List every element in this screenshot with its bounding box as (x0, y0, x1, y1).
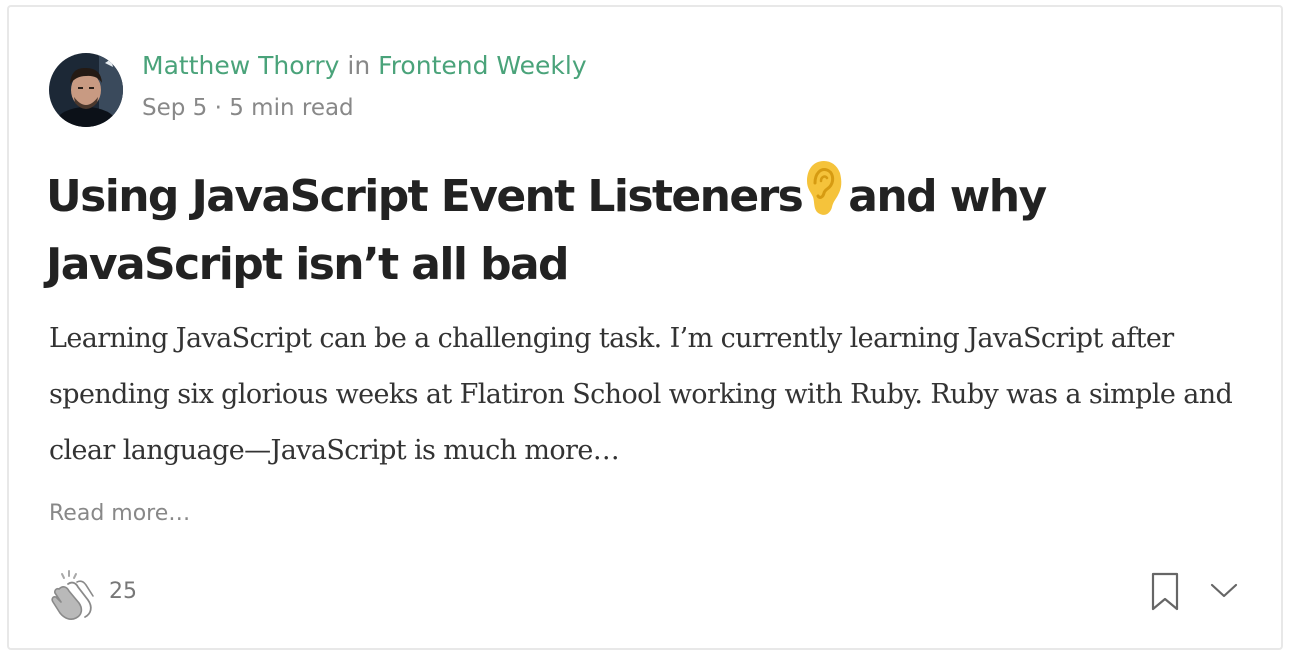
avatar[interactable] (49, 53, 123, 127)
post-title[interactable]: Using JavaScript Event Listeners and why … (46, 159, 1196, 296)
ear-icon (804, 159, 844, 234)
post-card: Matthew Thorry in Frontend Weekly Sep 5 … (7, 5, 1283, 650)
meta-separator: · (214, 95, 222, 121)
chevron-down-icon[interactable] (1209, 580, 1239, 602)
byline-in: in (347, 51, 371, 80)
post-title-part1[interactable]: Using JavaScript Event Listeners (46, 171, 804, 222)
clap-icon[interactable] (49, 569, 99, 621)
bookmark-icon[interactable] (1150, 572, 1180, 612)
byline: Matthew Thorry in Frontend Weekly (142, 51, 587, 80)
post-date[interactable]: Sep 5 (142, 95, 207, 121)
read-time: 5 min read (229, 95, 354, 121)
publication-link[interactable]: Frontend Weekly (378, 51, 587, 80)
clap-count: 25 (109, 579, 137, 604)
post-excerpt[interactable]: Learning JavaScript can be a challenging… (49, 311, 1249, 479)
post-meta: Sep 5 · 5 min read (142, 95, 354, 121)
read-more-link[interactable]: Read more… (49, 501, 190, 526)
author-link[interactable]: Matthew Thorry (142, 51, 339, 80)
